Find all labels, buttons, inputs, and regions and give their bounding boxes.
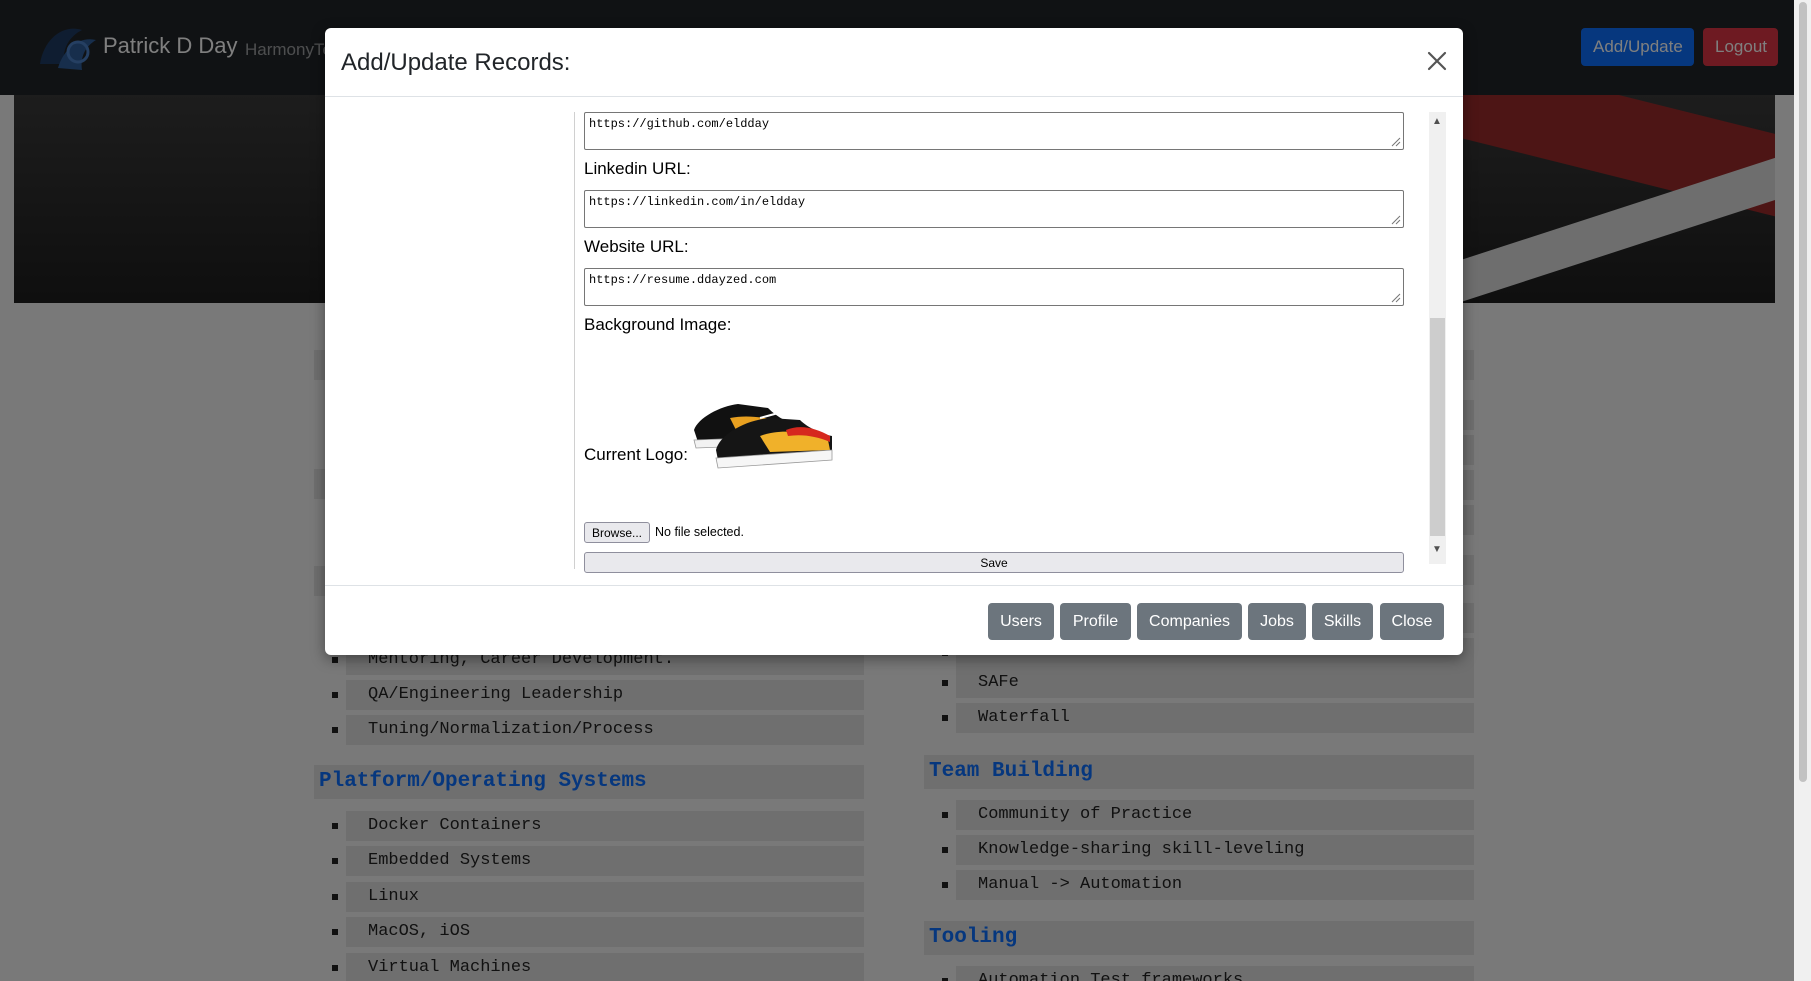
users-button[interactable]: Users [988, 603, 1054, 640]
github-url-field[interactable]: https://github.com/eldday [584, 112, 1404, 150]
website-url-value: https://resume.ddayzed.com [589, 273, 777, 287]
add-update-modal: Add/Update Records: https://github.com/e… [325, 28, 1463, 655]
modal-title: Add/Update Records: [341, 49, 571, 76]
current-logo-label: Current Logo: [584, 445, 688, 464]
linkedin-url-value: https://linkedin.com/in/eldday [589, 195, 806, 209]
resize-grip-icon[interactable] [1389, 135, 1401, 147]
website-url-label: Website URL: [584, 237, 689, 256]
modal-body: https://github.com/eldday Linkedin URL: … [325, 98, 1463, 613]
profile-button[interactable]: Profile [1060, 603, 1131, 640]
page-scrollbar-thumb[interactable] [1799, 2, 1807, 782]
website-url-field[interactable]: https://resume.ddayzed.com [584, 268, 1404, 306]
jobs-button[interactable]: Jobs [1248, 603, 1306, 640]
save-button[interactable]: Save [584, 552, 1404, 573]
scroll-down-icon[interactable]: ▼ [1432, 544, 1442, 555]
scroll-up-icon[interactable]: ▲ [1432, 116, 1442, 127]
linkedin-url-field[interactable]: https://linkedin.com/in/eldday [584, 190, 1404, 228]
close-button[interactable]: Close [1380, 603, 1444, 640]
sneaker-logo-image [693, 404, 833, 469]
resize-grip-icon[interactable] [1389, 213, 1401, 225]
background-image-label: Background Image: [584, 315, 732, 334]
companies-button[interactable]: Companies [1137, 603, 1242, 640]
browse-button[interactable]: Browse... [584, 522, 650, 543]
github-url-value: https://github.com/eldday [589, 117, 770, 131]
form-divider [574, 112, 575, 569]
file-status-text: No file selected. [655, 525, 744, 539]
skills-button[interactable]: Skills [1312, 603, 1373, 640]
form-scrollbar-thumb[interactable] [1430, 318, 1445, 536]
modal-header: Add/Update Records: [325, 28, 1463, 97]
linkedin-url-label: Linkedin URL: [584, 159, 691, 178]
modal-footer: Users Profile Companies Jobs Skills Clos… [325, 585, 1463, 655]
resize-grip-icon[interactable] [1389, 291, 1401, 303]
close-icon[interactable] [1424, 48, 1450, 74]
